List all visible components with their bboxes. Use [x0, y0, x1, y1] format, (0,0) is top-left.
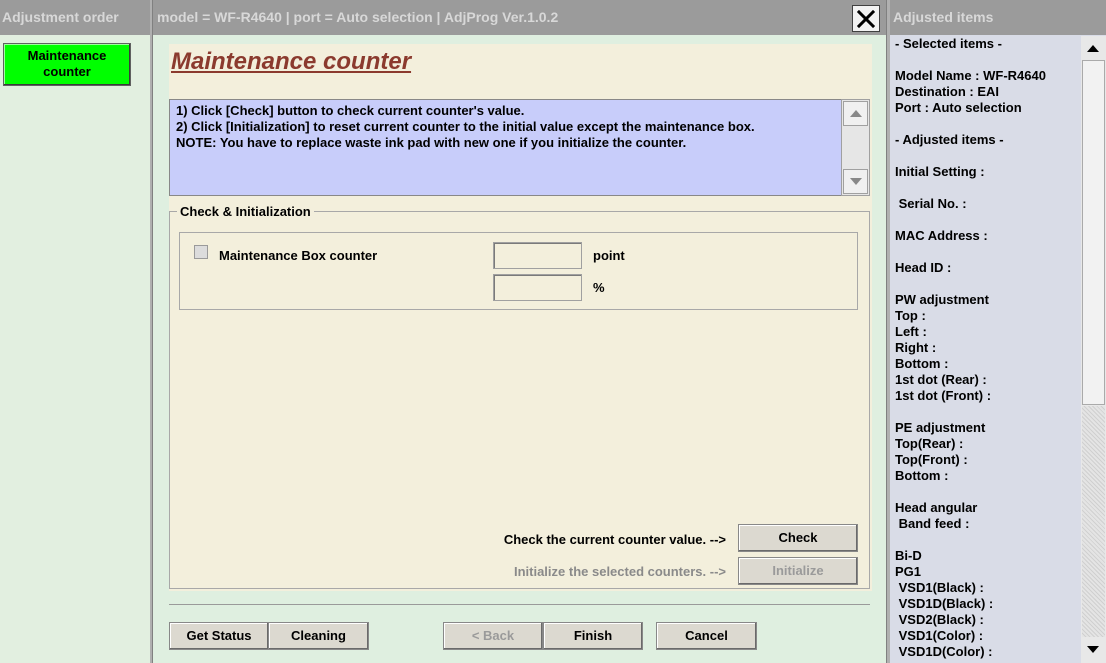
adjusted-item-line: MAC Address :	[895, 228, 988, 243]
point-unit-label: point	[593, 248, 625, 263]
adjusted-item-line: Destination : EAI	[895, 84, 1000, 99]
adjusted-item-line: Head ID :	[895, 260, 952, 275]
main-pane: model = WF-R4640 | port = Auto selection…	[153, 0, 886, 663]
scroll-down-button[interactable]	[1081, 637, 1105, 661]
adjusted-item-line: VSD1D(Color) :	[895, 644, 993, 659]
scrollbar-track[interactable]	[1082, 406, 1105, 638]
maintenance-box-label: Maintenance Box counter	[219, 248, 378, 263]
point-value-field[interactable]	[493, 242, 582, 269]
adjusted-item-line: Initial Setting :	[895, 164, 985, 179]
check-hint: Check the current counter value. -->	[503, 532, 726, 547]
adjusted-item-line: VSD2(Black) :	[895, 612, 984, 627]
adjusted-item-line: 1st dot (Front) :	[895, 388, 992, 403]
adjusted-item-line	[895, 148, 1075, 164]
initialize-button[interactable]: Initialize	[738, 557, 858, 585]
triangle-up-icon	[849, 110, 862, 117]
adjusted-item-line: Bi-D	[895, 548, 922, 563]
adjusted-item-line	[895, 404, 1075, 420]
check-button[interactable]: Check	[738, 524, 858, 552]
close-button[interactable]	[852, 5, 880, 32]
adjusted-item-line: Right :	[895, 340, 937, 355]
initialize-hint: Initialize the selected counters. -->	[513, 564, 726, 579]
main-header: model = WF-R4640 | port = Auto selection…	[153, 0, 886, 35]
triangle-down-icon	[849, 178, 862, 185]
percent-unit-label: %	[593, 280, 605, 295]
adjusted-item-line: Top(Front) :	[895, 452, 968, 467]
footer-divider	[169, 604, 870, 605]
instruction-note: NOTE: You have to replace waste ink pad …	[176, 135, 687, 150]
maintenance-counter-order-button[interactable]: Maintenance counter	[3, 43, 131, 86]
instructions-box: 1) Click [Check] button to check current…	[169, 99, 841, 196]
adjusted-item-line: VSD1(Color) :	[895, 628, 984, 643]
adjusted-items-scrollbar[interactable]	[1081, 36, 1106, 663]
maintenance-counter-order-label: Maintenance counter	[27, 48, 107, 79]
adjusted-item-line: PG1	[895, 564, 922, 579]
adjusted-item-line	[895, 116, 1075, 132]
group-label: Check & Initialization	[177, 204, 314, 219]
get-status-button[interactable]: Get Status	[169, 622, 269, 650]
adjusted-item-line: Bottom :	[895, 356, 949, 371]
instruction-line-1: 1) Click [Check] button to check current…	[176, 103, 525, 118]
adjusted-item-line: VSD1(Black) :	[895, 580, 984, 595]
instructions-scrollbar[interactable]	[841, 99, 870, 196]
content-area: Maintenance counter 1) Click [Check] but…	[169, 44, 872, 591]
adjusted-item-line: 1st dot (Rear) :	[895, 372, 987, 387]
adjusted-item-line: PE adjustment	[895, 420, 986, 435]
adjustment-order-pane: Adjustment order Maintenance counter	[0, 0, 150, 663]
close-icon	[857, 9, 875, 28]
adjusted-items-pane: Adjusted items - Selected items - Model …	[890, 0, 1106, 663]
adjusted-item-line: Left :	[895, 324, 927, 339]
page-title: Maintenance counter	[171, 48, 412, 75]
maintenance-box-checkbox[interactable]	[194, 245, 208, 259]
scroll-up-button[interactable]	[1081, 36, 1105, 60]
adjusted-item-line: Top(Rear) :	[895, 436, 964, 451]
adjusted-item-line: - Adjusted items -	[895, 132, 1004, 147]
instruction-line-2: 2) Click [Initialization] to reset curre…	[176, 119, 755, 134]
back-button[interactable]: < Back	[443, 622, 543, 650]
adjusted-items-header: Adjusted items	[890, 0, 1106, 35]
counter-box: Maintenance Box counter point %	[179, 232, 858, 310]
cancel-button[interactable]: Cancel	[656, 622, 757, 650]
adjusted-item-line	[895, 244, 1075, 260]
adjusted-item-line: Head angular	[895, 500, 978, 515]
scrollbar-thumb[interactable]	[1082, 60, 1105, 405]
scroll-up-button[interactable]	[843, 101, 868, 126]
percent-value-field[interactable]	[493, 274, 582, 301]
adjusted-item-line: Top :	[895, 308, 926, 323]
adjusted-item-line: Band feed :	[895, 516, 970, 531]
triangle-down-icon	[1087, 645, 1099, 653]
adjustment-order-header: Adjustment order	[0, 0, 150, 35]
adjusted-item-line: - Selected items -	[895, 36, 1002, 51]
adjusted-item-line	[895, 180, 1075, 196]
adjusted-item-line	[895, 276, 1075, 292]
adjusted-item-line	[895, 212, 1075, 228]
adjusted-item-line: Serial No. :	[895, 196, 967, 211]
cleaning-button[interactable]: Cleaning	[268, 622, 369, 650]
finish-button[interactable]: Finish	[543, 622, 643, 650]
adjusted-item-line: PW adjustment	[895, 292, 989, 307]
triangle-up-icon	[1087, 44, 1099, 52]
adjusted-item-line	[895, 484, 1075, 500]
adjusted-item-line: Model Name : WF-R4640	[895, 68, 1046, 83]
adjusted-item-line	[895, 532, 1075, 548]
scroll-down-button[interactable]	[843, 169, 868, 194]
adjusted-item-line	[895, 52, 1075, 68]
adjusted-items-list: - Selected items - Model Name : WF-R4640…	[895, 36, 1075, 660]
adjusted-item-line: Bottom :	[895, 468, 949, 483]
adjusted-item-line: Port : Auto selection	[895, 100, 1022, 115]
adjusted-item-line: VSD1D(Black) :	[895, 596, 994, 611]
